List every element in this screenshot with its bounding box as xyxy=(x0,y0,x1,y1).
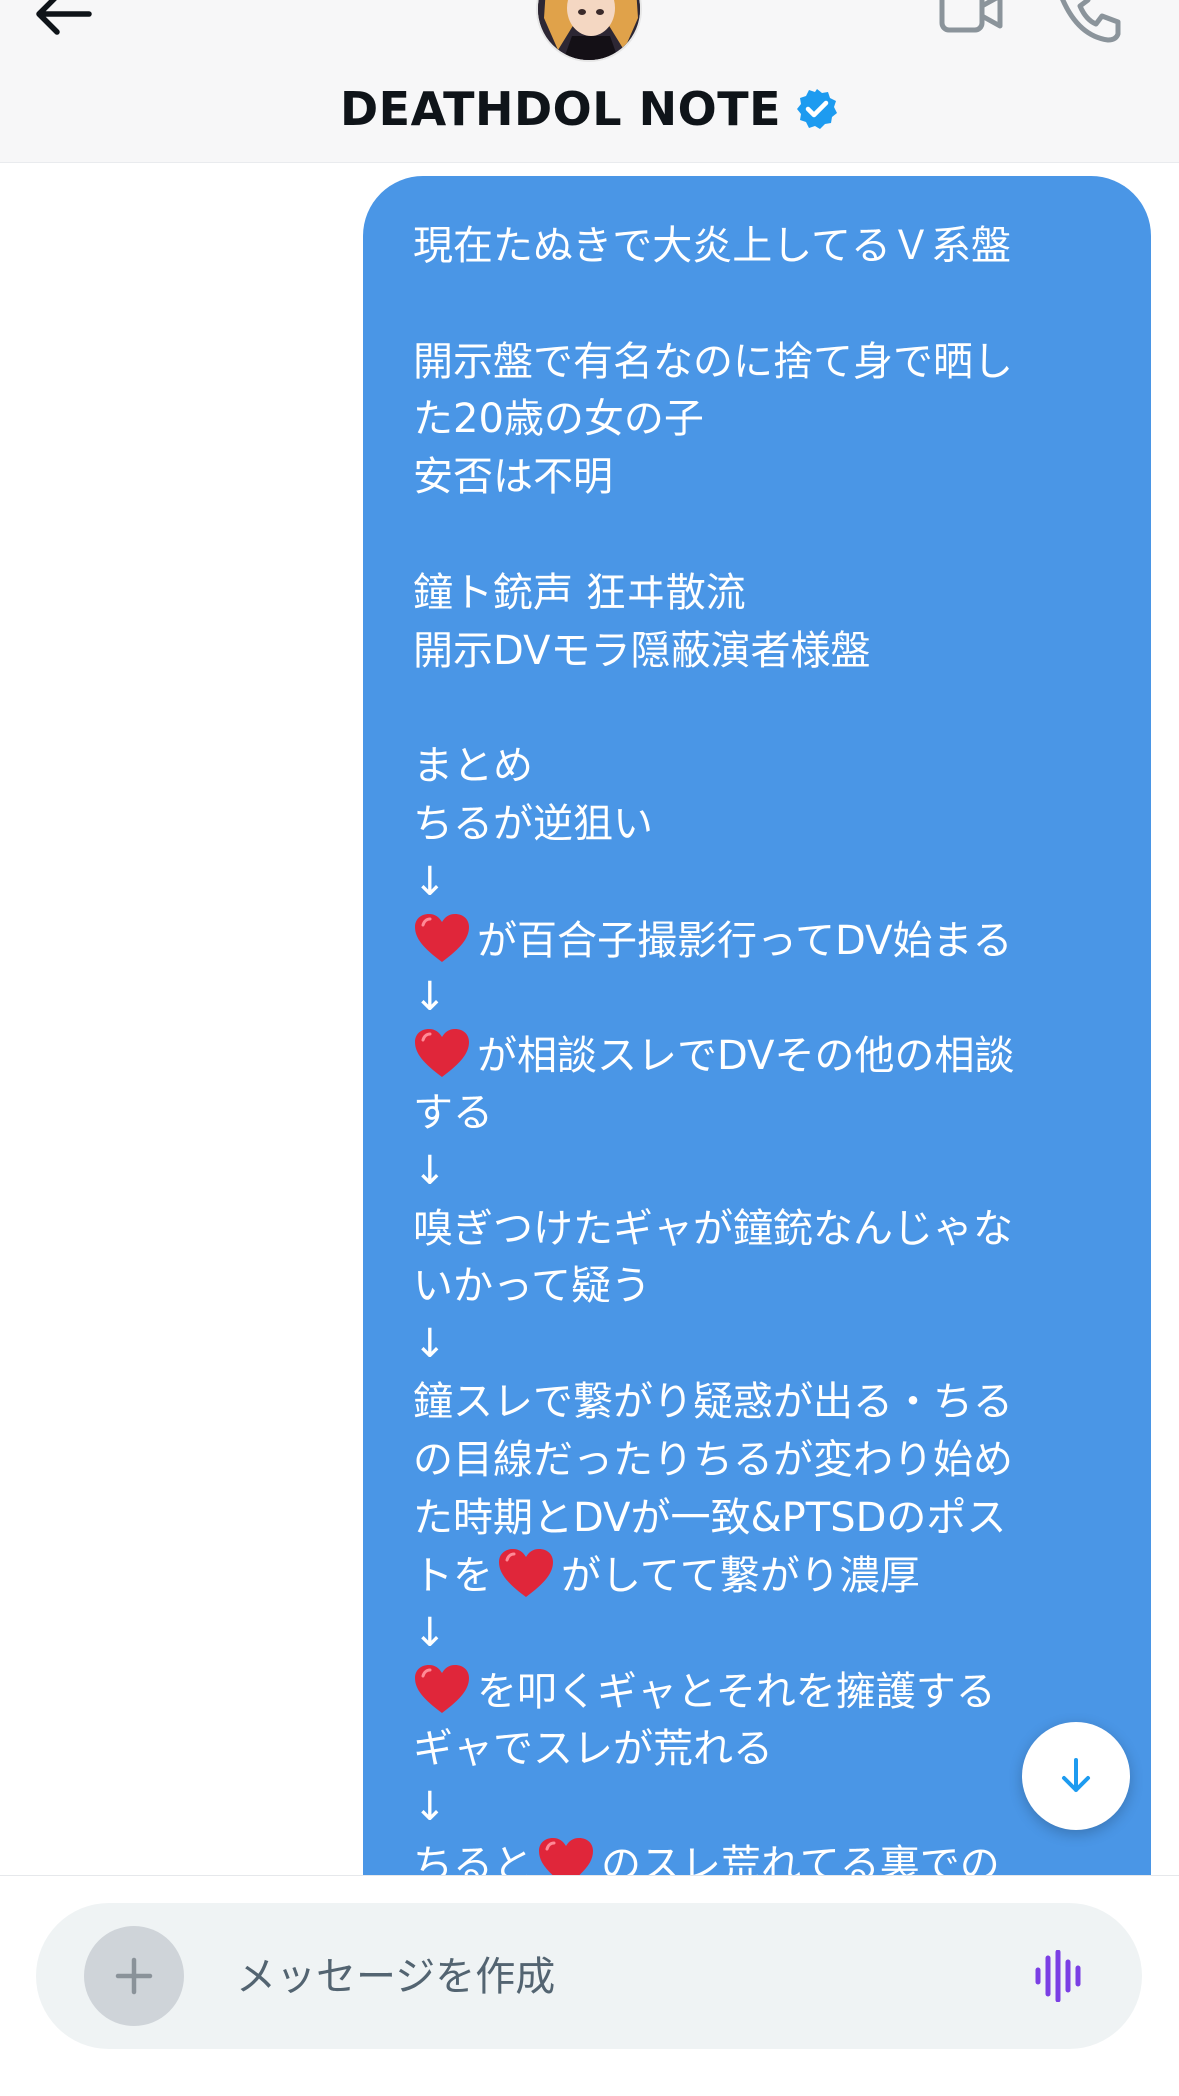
message-line: する xyxy=(413,1089,493,1136)
verified-badge-icon xyxy=(795,87,839,131)
conversation-name: DEATHDOL NOTE xyxy=(339,82,782,136)
message-line: ↓ xyxy=(413,974,447,1021)
voice-call-button[interactable] xyxy=(1056,0,1124,44)
message-line: いかって疑う xyxy=(413,1263,651,1310)
back-button[interactable] xyxy=(26,0,100,42)
message-line: が相談スレでDVその他の相談 xyxy=(413,1027,1123,1085)
message-line: ↓ xyxy=(413,1610,447,1657)
video-call-button[interactable] xyxy=(938,0,1004,44)
message-line: 鐘スレで繋がり疑惑が出る・ちる xyxy=(413,1378,1013,1425)
message-text: 現在たぬきで大炎上してるＶ系盤 開示盤で有名なのに捨て身で晒し た20歳の女の子 安否… xyxy=(413,218,1123,1875)
message-input[interactable] xyxy=(234,1943,998,2011)
profile-picture xyxy=(538,0,640,60)
voice-waveform-icon xyxy=(1035,1950,1081,2002)
message-line: 鐘ト銃声 狂ヰ散流 xyxy=(413,569,746,616)
avatar[interactable] xyxy=(536,0,642,62)
message-line: まとめ xyxy=(413,743,533,790)
message-line: が百合子撮影行ってDV始まる xyxy=(413,912,1123,970)
message-thread[interactable]: 現在たぬきで大炎上してるＶ系盤 開示盤で有名なのに捨て身で晒し た20歳の女の子 安否… xyxy=(0,163,1179,1875)
message-line: ↓ xyxy=(413,858,447,905)
attach-button[interactable] xyxy=(84,1926,184,2026)
red-heart-icon xyxy=(413,1663,471,1715)
scroll-to-bottom-button[interactable] xyxy=(1022,1722,1130,1830)
red-heart-icon xyxy=(413,912,471,964)
message-line: ちるが逆狙い xyxy=(413,800,653,847)
message-line: ちると のスレ荒れてる裏での xyxy=(413,1836,1123,1875)
plus-icon xyxy=(115,1957,153,1995)
message-line: ↓ xyxy=(413,1321,447,1368)
message-line xyxy=(413,276,1123,334)
message-line xyxy=(413,680,1123,738)
header-title-row[interactable]: DEATHDOL NOTE xyxy=(0,80,1179,138)
message-line: トを がしてて繋がり濃厚 xyxy=(413,1547,1123,1605)
message-line: を叩くギャとそれを擁護する xyxy=(413,1663,1123,1721)
message-line: ↓ xyxy=(413,1783,447,1830)
message-line: た20歳の女の子 xyxy=(413,396,704,443)
arrow-down-icon xyxy=(1062,1758,1090,1792)
voice-message-button[interactable] xyxy=(1026,1941,1096,2011)
message-line xyxy=(413,507,1123,565)
red-heart-icon xyxy=(497,1547,555,1599)
red-heart-icon xyxy=(537,1836,595,1875)
arrow-left-icon xyxy=(36,0,92,35)
message-line: 嗅ぎつけたギャが鐘銃なんじゃな xyxy=(413,1205,1013,1252)
dm-conversation-screen: DEATHDOL NOTE 現在たぬきで大炎上してるＶ系盤 開示盤で有名なのに捨て… xyxy=(0,0,1179,2096)
message-line: ギャでスレが荒れる xyxy=(413,1725,773,1772)
red-heart-icon xyxy=(413,1027,471,1079)
phone-icon xyxy=(1060,0,1121,43)
message-line: ↓ xyxy=(413,1147,447,1194)
message-line: 開示盤で有名なのに捨て身で晒し xyxy=(413,338,1013,385)
message-line: 現在たぬきで大炎上してるＶ系盤 xyxy=(413,223,1011,269)
message-line: た時期とDVが一致&PTSDのポス xyxy=(413,1494,1007,1541)
video-camera-icon xyxy=(939,0,1003,33)
composer-bar xyxy=(0,1875,1179,2096)
composer xyxy=(36,1903,1142,2049)
conversation-header: DEATHDOL NOTE xyxy=(0,0,1179,163)
message-line: の目線だったりちるが変わり始め xyxy=(413,1436,1013,1483)
message-line: 開示DVモラ隠蔽演者様盤 xyxy=(413,627,871,674)
message-line: 安否は不明 xyxy=(413,454,613,501)
message-bubble[interactable]: 現在たぬきで大炎上してるＶ系盤 開示盤で有名なのに捨て身で晒し た20歳の女の子 安否… xyxy=(363,176,1151,1875)
